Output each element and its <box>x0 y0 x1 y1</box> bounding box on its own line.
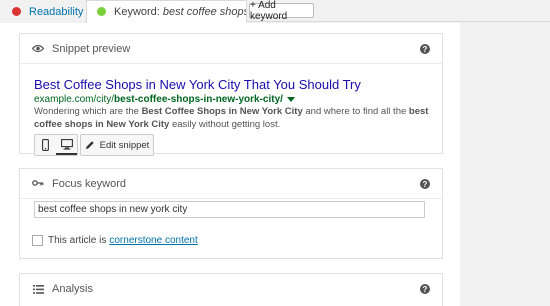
desc-part-1: Wondering which are the <box>34 106 142 117</box>
analysis-card: Analysis ? <box>19 273 443 306</box>
desc-part-2: and where to find all the <box>302 106 409 117</box>
focus-keyword-input[interactable]: best coffee shops in new york city <box>34 201 425 218</box>
analysis-title: Analysis <box>52 283 93 295</box>
tab-readability[interactable]: Readability <box>0 0 85 23</box>
mobile-preview-button[interactable] <box>35 135 56 155</box>
edit-snippet-label: Edit snippet <box>99 139 150 151</box>
caret-down-icon <box>286 96 295 102</box>
desc-bold-1: Best Coffee Shops in New York City <box>141 106 303 117</box>
status-dot-red <box>12 7 21 16</box>
list-icon <box>32 283 44 295</box>
focus-keyword-card: Focus keyword ? best coffee shops in new… <box>19 168 443 259</box>
tab-keyword-value: best coffee shops i... <box>162 5 246 18</box>
snippet-preview-title: Snippet preview <box>52 42 131 55</box>
cornerstone-row: This article is cornerstone content <box>32 235 198 246</box>
tab-keyword-prefix: Keyword: <box>114 5 160 18</box>
eye-icon <box>32 43 44 55</box>
cornerstone-label: This article is <box>48 235 107 246</box>
snippet-preview-header[interactable]: Snippet preview ? <box>20 34 442 64</box>
tab-bar: Readability Keyword: best coffee shops i… <box>0 0 550 23</box>
desktop-preview-button[interactable] <box>56 135 77 155</box>
add-keyword-button[interactable]: + Add keyword <box>249 0 314 22</box>
metabox-panel: Snippet preview ? Best Coffee Shops in N… <box>0 23 460 306</box>
snippet-url-base: example.com/city/ <box>34 94 115 105</box>
mobile-icon <box>42 139 49 151</box>
cornerstone-checkbox[interactable] <box>32 235 43 246</box>
snippet-url: example.com/city/best-coffee-shops-in-ne… <box>34 94 295 105</box>
cornerstone-link[interactable]: cornerstone content <box>109 235 197 246</box>
key-icon <box>32 178 44 190</box>
edit-snippet-button[interactable]: Edit snippet <box>80 134 154 156</box>
tab-keyword[interactable]: Keyword: best coffee shops i... <box>86 0 247 23</box>
help-icon[interactable]: ? <box>420 44 430 54</box>
snippet-seo-title[interactable]: Best Coffee Shops in New York City That … <box>34 77 361 92</box>
status-dot-green <box>97 7 106 16</box>
pencil-icon <box>85 141 94 149</box>
desc-part-3: easily without getting lost. <box>169 118 281 130</box>
device-toggle <box>34 134 78 156</box>
snippet-url-slug: best-coffee-shops-in-new-york-city/ <box>114 94 283 105</box>
help-icon[interactable]: ? <box>420 284 430 294</box>
tab-keyword-label: Keyword: best coffee shops i... <box>114 6 246 18</box>
tab-readability-label: Readability <box>29 5 84 18</box>
focus-keyword-header[interactable]: Focus keyword ? <box>20 169 442 199</box>
snippet-preview-card: Snippet preview ? Best Coffee Shops in N… <box>19 33 443 156</box>
desktop-icon <box>60 138 73 150</box>
snippet-meta-description: Wondering which are the Best Coffee Shop… <box>34 106 434 131</box>
focus-keyword-title: Focus keyword <box>52 177 126 190</box>
help-icon[interactable]: ? <box>420 179 430 189</box>
analysis-header[interactable]: Analysis ? <box>20 274 442 304</box>
